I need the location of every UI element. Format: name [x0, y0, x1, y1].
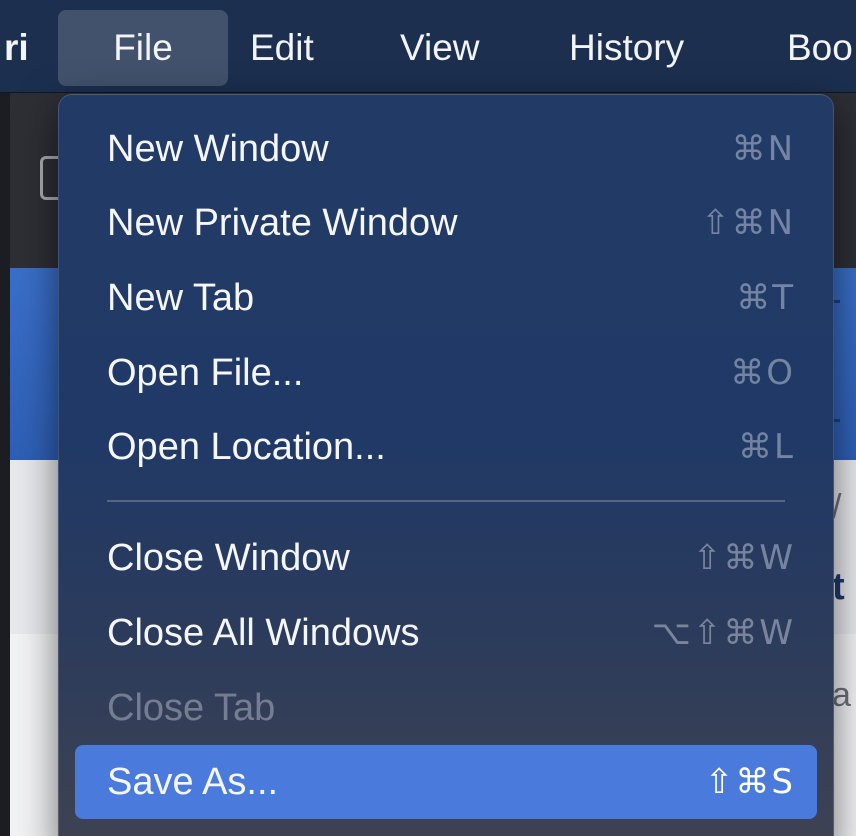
menu-item-shortcut: ⌘L [738, 427, 795, 467]
menu-item-label: Save As... [107, 761, 279, 803]
menu-bookmarks[interactable]: Boo [787, 10, 853, 86]
menu-item-new-private-window[interactable]: New Private Window ⇧⌘N [75, 186, 817, 260]
menu-history[interactable]: History [569, 10, 684, 86]
menu-view[interactable]: View [400, 10, 480, 86]
menu-item-shortcut: ⌘T [736, 278, 795, 318]
menu-bar: ri File Edit View History Boo [0, 0, 856, 93]
menu-item-new-window[interactable]: New Window ⌘N [75, 112, 817, 186]
menu-app-name[interactable]: ri [4, 10, 29, 86]
menu-edit[interactable]: Edit [250, 10, 314, 86]
menu-file[interactable]: File [58, 10, 228, 86]
menu-item-label: Close All Windows [107, 612, 420, 654]
menu-item-save-as[interactable]: Save As... ⇧⌘S [75, 745, 817, 819]
menu-item-label: New Private Window [107, 202, 458, 244]
menu-item-label: Open Location... [107, 426, 386, 468]
menu-item-shortcut: ⌘N [731, 129, 795, 169]
screen: / t a ri File Edit View History Boo New … [0, 0, 856, 836]
menu-item-shortcut: ⌘O [730, 353, 795, 393]
menu-item-label: New Tab [107, 277, 255, 319]
menu-item-open-location[interactable]: Open Location... ⌘L [75, 410, 817, 484]
menu-item-label: Open File... [107, 352, 304, 394]
menu-item-shortcut: ⌥⇧⌘W [651, 613, 795, 653]
menu-item-shortcut: ⇧⌘S [704, 762, 795, 802]
menu-item-shortcut: ⇧⌘N [701, 203, 795, 243]
menu-item-shortcut: ⇧⌘W [692, 538, 795, 578]
menu-item-close-tab: Close Tab [75, 671, 817, 745]
file-menu-dropdown: New Window ⌘N New Private Window ⇧⌘N New… [58, 94, 834, 836]
menu-item-new-tab[interactable]: New Tab ⌘T [75, 261, 817, 335]
menu-item-open-file[interactable]: Open File... ⌘O [75, 336, 817, 410]
page-text-fragment: a [832, 676, 851, 714]
menu-separator [107, 500, 785, 502]
menu-item-label: New Window [107, 128, 329, 170]
menu-item-label: Close Tab [107, 687, 276, 729]
menu-item-close-window[interactable]: Close Window ⇧⌘W [75, 521, 817, 595]
menu-item-label: Close Window [107, 537, 350, 579]
menu-item-close-all-windows[interactable]: Close All Windows ⌥⇧⌘W [75, 596, 817, 670]
sidebar-icon[interactable] [40, 156, 60, 200]
